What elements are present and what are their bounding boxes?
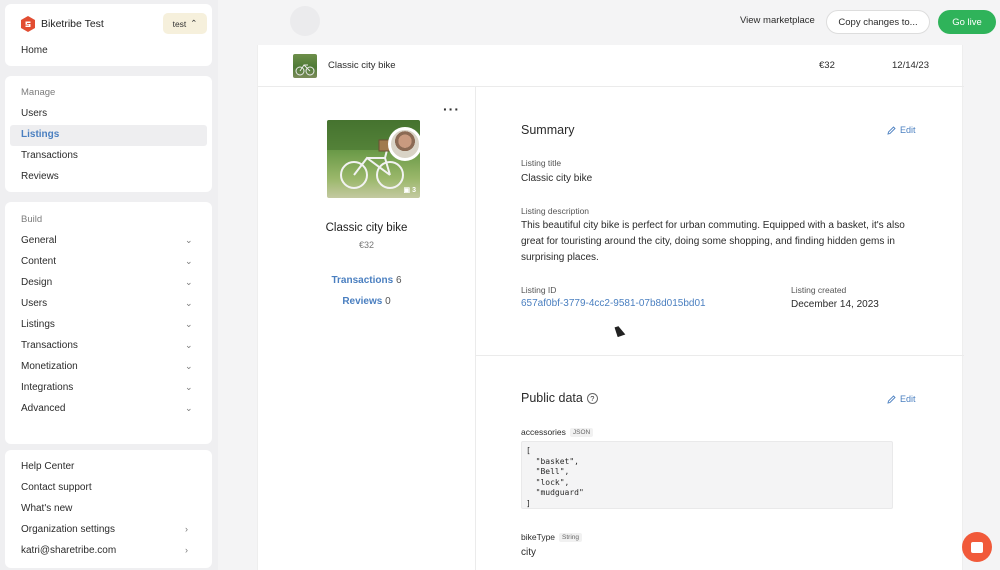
bike-type-key: bikeType String bbox=[521, 532, 583, 542]
environment-selector[interactable]: test ⌃ bbox=[163, 13, 207, 34]
sidebar: Biketribe Test test ⌃ Home Manage Users … bbox=[0, 0, 218, 570]
organization-settings-link[interactable]: Organization settings bbox=[21, 524, 115, 535]
summary-edit-label: Edit bbox=[900, 125, 916, 135]
listing-description-label: Listing description bbox=[521, 206, 590, 216]
reviews-stat: Reviews 0 bbox=[258, 296, 475, 307]
view-marketplace-link[interactable]: View marketplace bbox=[740, 15, 815, 26]
chevron-down-icon: ⌄ bbox=[185, 298, 193, 308]
listing-id-label: Listing ID bbox=[521, 285, 557, 295]
public-data-heading: Public data? bbox=[521, 391, 598, 405]
help-section: Help Center Contact support What's new O… bbox=[5, 450, 212, 568]
go-live-button[interactable]: Go live bbox=[938, 10, 996, 34]
listing-description-value: This beautiful city bike is perfect for … bbox=[521, 220, 905, 263]
reviews-link[interactable]: Reviews bbox=[342, 296, 382, 307]
build-item-transactions[interactable]: Transactions bbox=[21, 340, 78, 351]
listing-created-label: Listing created bbox=[791, 285, 847, 295]
sidebar-item-users[interactable]: Users bbox=[21, 108, 47, 119]
topbar: View marketplace Copy changes to... Go l… bbox=[218, 0, 1000, 45]
column-divider bbox=[475, 87, 476, 570]
row-listing-price: €32 bbox=[819, 60, 835, 71]
string-type-tag: String bbox=[559, 533, 583, 542]
chevron-right-icon: › bbox=[185, 545, 188, 555]
accessories-key: accessories JSON bbox=[521, 427, 594, 437]
listing-thumbnail bbox=[293, 54, 317, 78]
pencil-icon bbox=[887, 125, 896, 135]
listing-title: Classic city bike bbox=[325, 222, 408, 234]
build-item-content[interactable]: Content bbox=[21, 256, 56, 267]
listing-created-value: December 14, 2023 bbox=[791, 299, 879, 310]
sidebar-item-home[interactable]: Home bbox=[21, 45, 48, 56]
chevron-right-icon: › bbox=[185, 524, 188, 534]
build-item-users[interactable]: Users bbox=[21, 298, 47, 309]
sidebar-header-card: Biketribe Test test ⌃ Home bbox=[5, 4, 212, 66]
row-listing-title: Classic city bike bbox=[328, 60, 396, 71]
image-count: ▣ 3 bbox=[403, 187, 416, 194]
brand[interactable]: Biketribe Test bbox=[21, 16, 104, 32]
sidebar-item-listings[interactable]: Listings bbox=[21, 129, 59, 140]
help-center-link[interactable]: Help Center bbox=[21, 461, 74, 472]
manage-section: Manage Users Listings Transactions Revie… bbox=[5, 76, 212, 192]
chevron-down-icon: ⌄ bbox=[185, 340, 193, 350]
blurred-avatar bbox=[290, 6, 320, 36]
public-data-edit-label: Edit bbox=[900, 394, 916, 404]
accessories-json-value: [ "basket", "Bell", "lock", "mudguard" ] bbox=[521, 441, 893, 509]
sidebar-item-reviews[interactable]: Reviews bbox=[21, 171, 59, 182]
manage-section-title: Manage bbox=[21, 87, 56, 98]
bike-thumbnail-icon bbox=[295, 64, 315, 76]
build-item-integrations[interactable]: Integrations bbox=[21, 382, 73, 393]
app-name: Biketribe Test bbox=[41, 18, 104, 30]
listing-title-label: Listing title bbox=[521, 158, 562, 168]
section-divider bbox=[475, 355, 964, 356]
build-item-design[interactable]: Design bbox=[21, 277, 52, 288]
listing-row[interactable]: Classic city bike €32 12/14/23 bbox=[258, 45, 964, 87]
chevron-down-icon: ⌄ bbox=[185, 403, 193, 413]
summary-edit-button[interactable]: Edit bbox=[887, 125, 916, 135]
contact-support-link[interactable]: Contact support bbox=[21, 482, 92, 493]
more-options-icon[interactable]: ··· bbox=[443, 101, 460, 117]
build-section-title: Build bbox=[21, 214, 43, 225]
listing-title-value: Classic city bike bbox=[521, 173, 593, 184]
author-avatar[interactable] bbox=[388, 127, 422, 161]
pencil-icon bbox=[887, 394, 896, 404]
public-data-heading-text: Public data bbox=[521, 391, 583, 405]
build-item-general[interactable]: General bbox=[21, 235, 57, 246]
transactions-count: 6 bbox=[395, 275, 402, 286]
listing-id-link[interactable]: 657af0bf-3779-4cc2-9581-07b8d015bd01 bbox=[521, 298, 706, 309]
chevron-down-icon: ⌄ bbox=[185, 235, 193, 245]
environment-label: test bbox=[172, 18, 187, 29]
transactions-stat: Transactions 6 bbox=[258, 275, 475, 286]
reviews-count: 0 bbox=[385, 296, 391, 307]
accessories-key-text: accessories bbox=[521, 427, 566, 437]
sidebar-item-transactions[interactable]: Transactions bbox=[21, 150, 78, 161]
bike-type-key-text: bikeType bbox=[521, 532, 556, 542]
chevron-down-icon: ⌄ bbox=[185, 361, 193, 371]
transactions-link[interactable]: Transactions bbox=[331, 275, 393, 286]
chevron-down-icon: ⌄ bbox=[185, 319, 193, 329]
updown-chevron-icon: ⌃ bbox=[190, 18, 198, 28]
chat-launcher-button[interactable] bbox=[962, 532, 992, 562]
build-item-monetization[interactable]: Monetization bbox=[21, 361, 78, 372]
json-type-tag: JSON bbox=[569, 428, 594, 437]
chevron-down-icon: ⌄ bbox=[185, 277, 193, 287]
account-email[interactable]: katri@sharetribe.com bbox=[21, 545, 116, 556]
listing-price: €32 bbox=[358, 240, 375, 250]
row-listing-date: 12/14/23 bbox=[892, 60, 929, 71]
build-section: Build General ⌄ Content ⌄ Design ⌄ Users… bbox=[5, 202, 212, 444]
bike-type-value: city bbox=[521, 547, 536, 558]
chat-bubble-icon bbox=[971, 541, 983, 553]
chevron-down-icon: ⌄ bbox=[185, 256, 193, 266]
listing-detail-panel: Classic city bike €32 12/14/23 ··· ▣ 3 C… bbox=[257, 45, 964, 570]
build-item-advanced[interactable]: Advanced bbox=[21, 403, 65, 414]
build-item-listings[interactable]: Listings bbox=[21, 319, 55, 330]
sharetribe-logo-icon bbox=[21, 16, 35, 32]
summary-heading: Summary bbox=[521, 123, 575, 137]
public-data-edit-button[interactable]: Edit bbox=[887, 394, 916, 404]
copy-changes-button[interactable]: Copy changes to... bbox=[826, 10, 930, 34]
whats-new-link[interactable]: What's new bbox=[21, 503, 72, 514]
chevron-down-icon: ⌄ bbox=[185, 382, 193, 392]
help-circle-icon[interactable]: ? bbox=[586, 393, 598, 404]
